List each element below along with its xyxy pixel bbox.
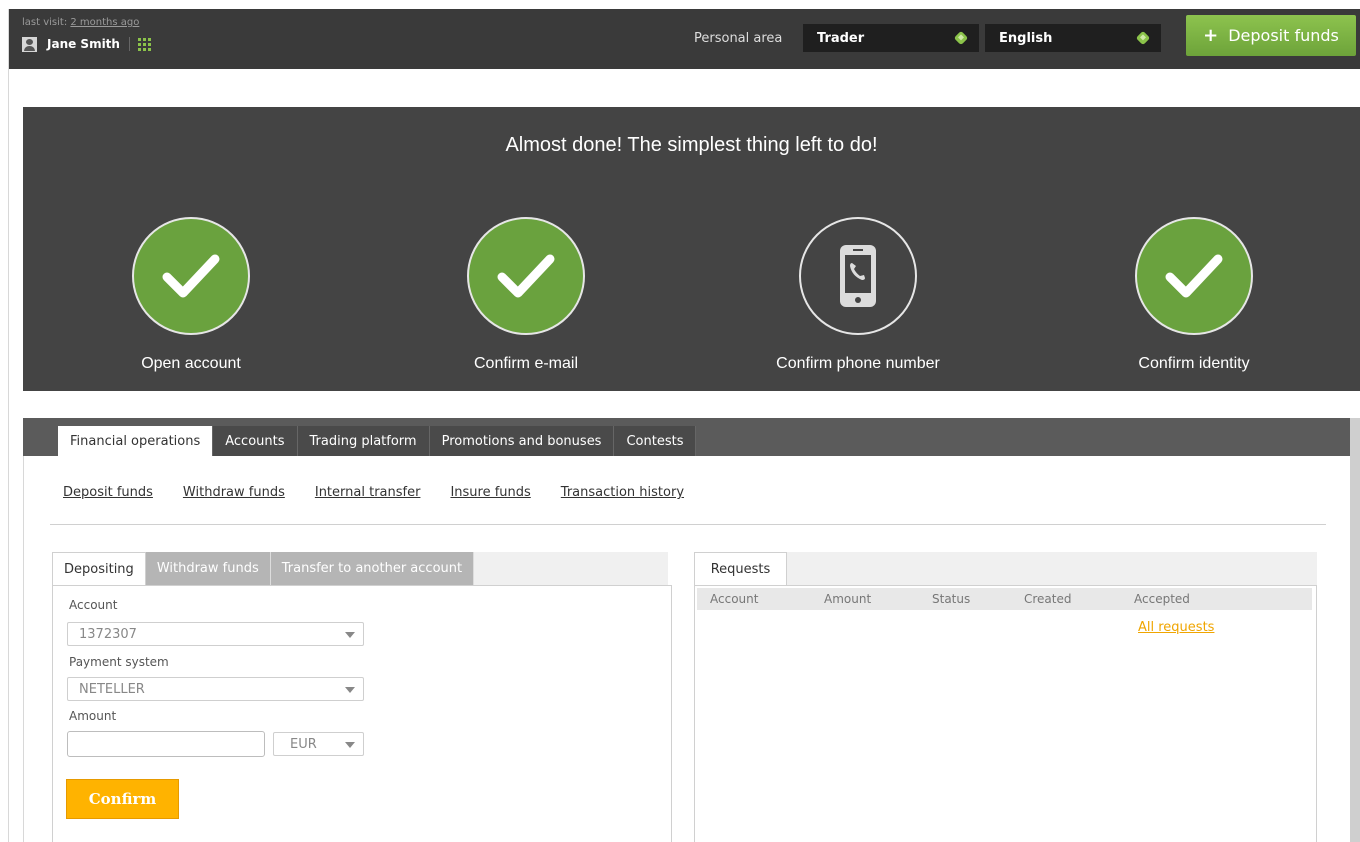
link-transaction-history[interactable]: Transaction history [561, 485, 684, 500]
tab-requests[interactable]: Requests [694, 552, 787, 585]
verification-banner: Almost done! The simplest thing left to … [23, 107, 1360, 391]
payment-system-label: Payment system [69, 655, 169, 669]
user-info: Jane Smith [22, 35, 151, 53]
step-confirm-phone[interactable]: Confirm phone number [738, 217, 978, 373]
amount-label: Amount [69, 709, 117, 723]
step-confirm-identity: Confirm identity [1074, 217, 1314, 373]
step-label: Open account [141, 355, 241, 372]
apps-grid-icon[interactable] [137, 37, 151, 51]
role-select[interactable]: Trader [803, 24, 979, 52]
role-select-value: Trader [817, 30, 865, 46]
currency-value: EUR [290, 736, 317, 752]
account-label: Account [69, 598, 118, 612]
table-header: Account Amount Status Created Accepted [697, 588, 1312, 610]
step-confirm-email: Confirm e-mail [406, 217, 646, 373]
deposit-form: Account 1372307 Payment system NETELLER … [52, 585, 672, 842]
personal-area-label: Personal area [694, 31, 783, 46]
right-edge [1350, 418, 1360, 842]
amount-input[interactable] [67, 731, 265, 757]
column-header: Account [710, 592, 759, 606]
tab-financial-operations[interactable]: Financial operations [58, 426, 214, 456]
confirm-button[interactable]: Confirm [66, 779, 179, 819]
tab-trading-platform[interactable]: Trading platform [297, 426, 430, 456]
banner-title: Almost done! The simplest thing left to … [505, 134, 878, 156]
check-icon [132, 217, 250, 335]
step-open-account: Open account [71, 217, 311, 373]
tab-accounts[interactable]: Accounts [213, 426, 298, 456]
column-header: Accepted [1134, 592, 1190, 606]
phone-icon[interactable] [799, 217, 917, 335]
payment-system-select[interactable]: NETELLER [67, 677, 364, 701]
tab-promotions-bonuses[interactable]: Promotions and bonuses [429, 426, 615, 456]
sub-navigation: Deposit funds Withdraw funds Internal tr… [63, 485, 714, 500]
main-tab-bar: Financial operations Accounts Trading pl… [23, 418, 1360, 456]
step-label: Confirm identity [1138, 355, 1250, 372]
last-visit-prefix: last visit: [22, 17, 68, 28]
column-header: Created [1024, 592, 1072, 606]
check-icon [1135, 217, 1253, 335]
payment-system-value: NETELLER [79, 681, 145, 697]
dropdown-arrow-icon [953, 30, 969, 46]
deposit-funds-label: Deposit funds [1228, 26, 1339, 45]
last-visit: last visit: 2 months ago [22, 17, 139, 28]
language-select-value: English [999, 30, 1053, 46]
divider [128, 37, 130, 51]
column-header: Status [932, 592, 971, 606]
last-visit-value[interactable]: 2 months ago [70, 17, 139, 28]
language-select[interactable]: English [985, 24, 1161, 52]
chevron-down-icon [345, 632, 355, 638]
requests-panel-tabs: Requests [694, 552, 1317, 585]
tab-withdraw-funds[interactable]: Withdraw funds [145, 552, 271, 585]
plus-icon: + [1203, 25, 1219, 46]
divider [50, 524, 1326, 525]
chevron-down-icon [345, 687, 355, 693]
account-select[interactable]: 1372307 [67, 622, 364, 646]
column-header: Amount [824, 592, 872, 606]
main-content: Deposit funds Withdraw funds Internal tr… [23, 456, 1350, 842]
user-name[interactable]: Jane Smith [47, 37, 120, 51]
tab-depositing[interactable]: Depositing [52, 552, 146, 585]
step-label: Confirm e-mail [473, 355, 578, 372]
chevron-down-icon [345, 742, 355, 748]
deposit-panel-tabs: Depositing Withdraw funds Transfer to an… [52, 552, 668, 585]
left-border [0, 9, 9, 842]
tab-transfer-account[interactable]: Transfer to another account [270, 552, 475, 585]
top-bar: last visit: 2 months ago Jane Smith Pers… [9, 9, 1360, 69]
account-select-value: 1372307 [79, 626, 137, 642]
link-withdraw-funds[interactable]: Withdraw funds [183, 485, 285, 500]
check-icon [467, 217, 585, 335]
currency-select[interactable]: EUR [273, 732, 364, 756]
link-insure-funds[interactable]: Insure funds [450, 485, 530, 500]
deposit-funds-button[interactable]: + Deposit funds [1186, 15, 1356, 56]
all-requests-link[interactable]: All requests [1138, 620, 1214, 635]
dropdown-arrow-icon [1135, 30, 1151, 46]
link-deposit-funds[interactable]: Deposit funds [63, 485, 153, 500]
user-icon [22, 36, 37, 52]
link-internal-transfer[interactable]: Internal transfer [315, 485, 421, 500]
requests-table: Account Amount Status Created Accepted A… [694, 585, 1317, 842]
tab-contests[interactable]: Contests [614, 426, 697, 456]
step-label: Confirm phone number [776, 355, 940, 372]
